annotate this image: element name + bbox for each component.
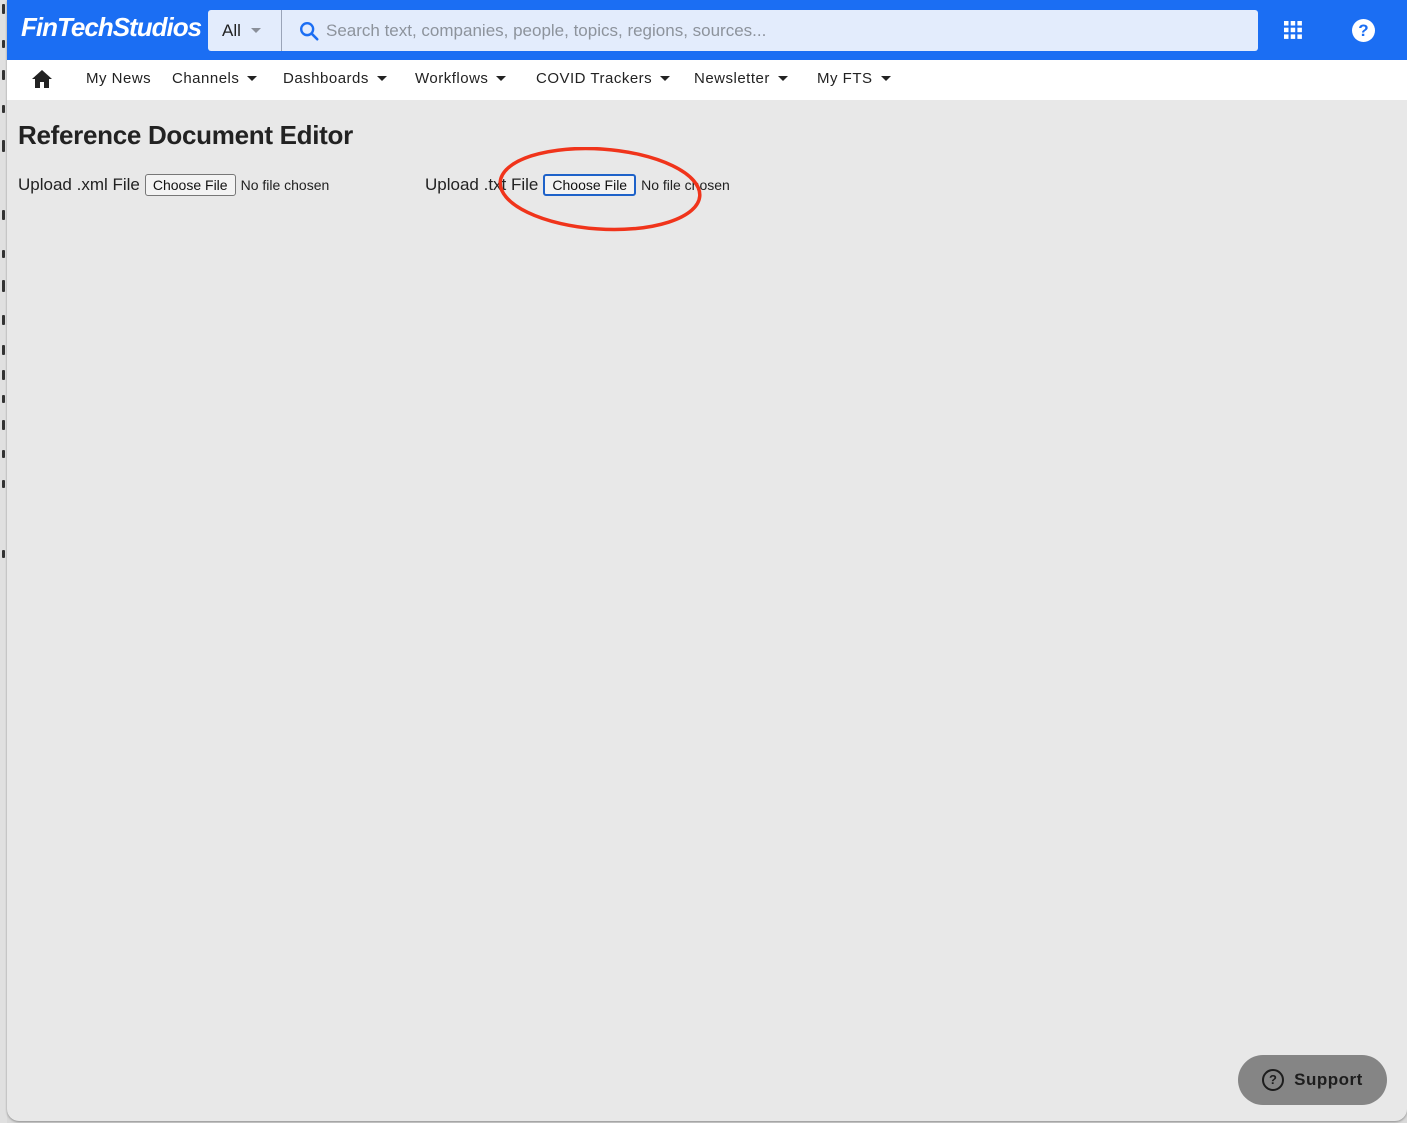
xml-upload-field: Upload .xml File Choose File No file cho…	[18, 174, 329, 196]
nav-my-fts[interactable]: My FTS	[817, 70, 891, 87]
xml-upload-label: Upload .xml File	[18, 175, 140, 194]
nav-my-news[interactable]: My News	[86, 70, 151, 87]
home-icon[interactable]	[31, 69, 53, 93]
support-button[interactable]: ? Support	[1238, 1055, 1387, 1105]
caret-down-icon	[777, 76, 788, 81]
caret-down-icon	[247, 76, 258, 81]
page-title: Reference Document Editor	[18, 120, 353, 150]
search-icon	[298, 20, 320, 42]
txt-upload-field: Upload .txt File Choose File No file cho…	[425, 174, 730, 196]
search-input[interactable]	[324, 9, 1258, 52]
caret-down-icon	[660, 76, 671, 81]
top-header: FinTechStudios All ?	[7, 0, 1407, 60]
caret-down-icon	[496, 76, 507, 81]
nav-label: Dashboards	[283, 70, 369, 87]
caret-down-icon	[376, 76, 387, 81]
xml-choose-file-button[interactable]: Choose File	[144, 174, 236, 196]
nav-label: My News	[86, 70, 152, 87]
chevron-down-icon	[250, 28, 261, 33]
scope-label: All	[222, 20, 241, 40]
fintechstudios-logo[interactable]: FinTechStudios	[21, 12, 202, 43]
help-icon[interactable]: ?	[1352, 19, 1375, 42]
nav-label: Newsletter	[694, 70, 770, 87]
search-scope-dropdown[interactable]: All	[208, 10, 282, 51]
txt-upload-label: Upload .txt File	[425, 175, 539, 194]
txt-choose-file-button[interactable]: Choose File	[543, 174, 637, 196]
left-window-edge	[0, 0, 7, 1123]
main-nav: My News Channels Dashboards Workflows CO…	[7, 60, 1407, 100]
nav-label: COVID Trackers	[536, 70, 653, 87]
txt-file-status: No file chosen	[641, 177, 730, 193]
nav-label: Channels	[172, 70, 240, 87]
xml-file-status: No file chosen	[240, 177, 330, 193]
nav-covid-trackers[interactable]: COVID Trackers	[536, 70, 671, 87]
nav-dashboards[interactable]: Dashboards	[283, 70, 387, 87]
caret-down-icon	[880, 76, 891, 81]
support-label: Support	[1294, 1070, 1363, 1089]
search-bar: All	[208, 9, 1258, 52]
nav-label: My FTS	[817, 70, 873, 87]
browser-page: FinTechStudios All ? My News	[7, 0, 1407, 1121]
nav-newsletter[interactable]: Newsletter	[694, 70, 788, 87]
apps-grid-icon[interactable]	[1284, 21, 1302, 44]
nav-label: Workflows	[415, 70, 489, 87]
nav-workflows[interactable]: Workflows	[415, 70, 507, 87]
nav-channels[interactable]: Channels	[172, 70, 258, 87]
question-circle-icon: ?	[1262, 1069, 1285, 1091]
logo-text: FinTechStudios	[21, 12, 202, 42]
